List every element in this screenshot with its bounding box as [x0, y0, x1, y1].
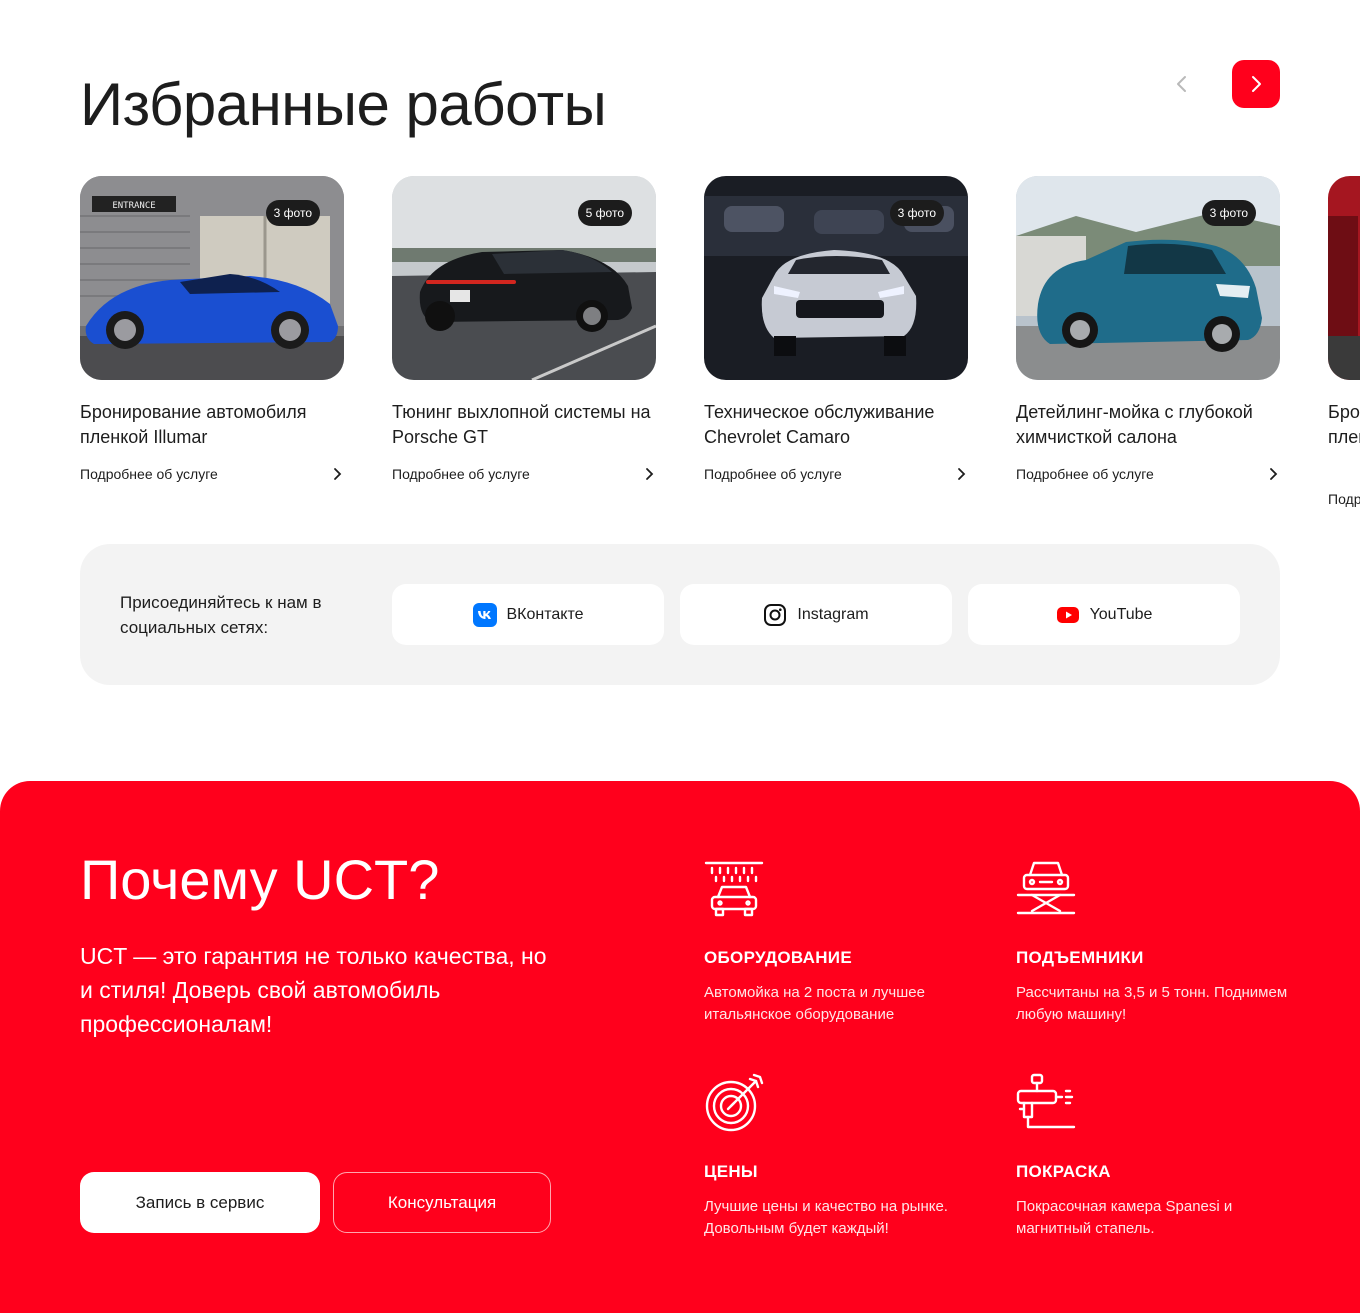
feature-lifts: ПОДЪЕМНИКИ Рассчитаны на 3,5 и 5 тонн. П…: [1016, 859, 1296, 1026]
service-details-label: Подробнее об услуге: [1016, 466, 1154, 482]
work-card[interactable]: Бронирование автомобиля пленкой и процес…: [1328, 176, 1360, 507]
youtube-icon: [1056, 606, 1079, 623]
feature-title: ПОКРАСКА: [1016, 1162, 1111, 1181]
service-details-label: Подробнее об услуге: [704, 466, 842, 482]
work-title: Бронирование автомобиля пленкой Illumar: [80, 402, 307, 447]
work-title: Детейлинг-мойка с глубокой химчисткой са…: [1016, 402, 1253, 447]
youtube-button[interactable]: YouTube: [968, 584, 1240, 645]
work-title: Техническое обслуживание Chevrolet Camar…: [704, 402, 935, 447]
photo-count-badge: 5 фото: [577, 200, 632, 226]
section-title: Избранные работы: [80, 71, 607, 138]
vk-label: ВКонтакте: [506, 605, 584, 623]
photo-count-badge: 3 фото: [1201, 200, 1256, 226]
feature-title: ОБОРУДОВАНИЕ: [704, 948, 852, 967]
work-title: Бронирование автомобиля пленкой и процес…: [1328, 402, 1360, 447]
photo-count-badge: 3 фото: [889, 200, 944, 226]
service-details-link[interactable]: Подробнее об услуге: [704, 466, 968, 482]
service-details-link[interactable]: Подробнее об услуге: [1016, 466, 1280, 482]
why-lead: UCT — это гарантия не только качества, н…: [80, 943, 547, 1037]
social-panel: Присоединяйтесь к нам в социальных сетях…: [80, 544, 1280, 685]
spray-gun-icon: [1016, 1073, 1076, 1129]
instagram-icon: [764, 603, 787, 626]
car-lift-icon: [1016, 861, 1076, 915]
service-details-link[interactable]: Подробнее об услуге: [80, 466, 344, 482]
chevron-right-icon: [646, 468, 654, 480]
carousel-next-button[interactable]: [1232, 60, 1280, 108]
works-carousel: ENTRANCE 3 фото Бронирование автомобиля …: [80, 176, 1360, 516]
service-booking-button[interactable]: Запись в сервис: [80, 1172, 320, 1233]
why-title: Почему UCT?: [80, 848, 440, 911]
service-details-label: Подробнее об услуге: [392, 466, 530, 482]
service-details-link[interactable]: Подробнее об услуге: [1328, 491, 1360, 507]
work-photo[interactable]: ENTRANCE 3 фото: [80, 176, 344, 380]
work-card[interactable]: ENTRANCE 3 фото Бронирование автомобиля …: [80, 176, 344, 482]
consultation-button[interactable]: Консультация: [333, 1172, 551, 1233]
social-text: Присоединяйтесь к нам в социальных сетях…: [120, 593, 322, 637]
feature-text: Автомойка на 2 поста и лучшее итальянско…: [704, 984, 925, 1023]
vk-icon: [472, 602, 497, 627]
work-title: Тюнинг выхлопной системы на Porsche GT: [392, 402, 651, 447]
feature-text: Рассчитаны на 3,5 и 5 тонн. Поднимем люб…: [1016, 984, 1288, 1023]
chevron-right-icon: [334, 468, 342, 480]
carousel-prev-button[interactable]: [1158, 60, 1206, 108]
work-card[interactable]: 5 фото Тюнинг выхлопной системы на Porsc…: [392, 176, 656, 482]
work-photo[interactable]: 5 фото: [392, 176, 656, 380]
feature-title: ЦЕНЫ: [704, 1162, 758, 1181]
photo-count-badge: 3 фото: [265, 200, 320, 226]
work-photo[interactable]: [1328, 176, 1360, 380]
instagram-label: Instagram: [797, 605, 869, 623]
feature-equipment: ОБОРУДОВАНИЕ Автомойка на 2 поста и лучш…: [704, 859, 984, 1026]
work-photo[interactable]: 3 фото: [704, 176, 968, 380]
vk-button[interactable]: ВКонтакте: [392, 584, 664, 645]
work-photo[interactable]: 3 фото: [1016, 176, 1280, 380]
chevron-right-icon: [1252, 76, 1261, 92]
feature-prices: ЦЕНЫ Лучшие цены и качество на рынке. До…: [704, 1073, 984, 1240]
feature-painting: ПОКРАСКА Покрасочная камера Spanesi и ма…: [1016, 1073, 1296, 1240]
car-wash-icon: [704, 861, 764, 917]
work-card[interactable]: 3 фото Детейлинг-мойка с глубокой химчис…: [1016, 176, 1280, 482]
work-card[interactable]: 3 фото Техническое обслуживание Chevrole…: [704, 176, 968, 482]
service-details-label: Подробнее об услуге: [1328, 491, 1360, 507]
entrance-sign: ENTRANCE: [112, 201, 155, 211]
service-details-link[interactable]: Подробнее об услуге: [392, 466, 656, 482]
feature-title: ПОДЪЕМНИКИ: [1016, 948, 1144, 967]
chevron-right-icon: [958, 468, 966, 480]
youtube-label: YouTube: [1089, 605, 1153, 623]
feature-text: Лучшие цены и качество на рынке. Довольн…: [704, 1198, 948, 1237]
chevron-right-icon: [1270, 468, 1278, 480]
target-icon: [705, 1073, 764, 1132]
chevron-left-icon: [1177, 76, 1186, 92]
service-details-label: Подробнее об услуге: [80, 466, 218, 482]
instagram-button[interactable]: Instagram: [680, 584, 952, 645]
feature-text: Покрасочная камера Spanesi и магнитный с…: [1016, 1198, 1233, 1237]
why-section: Почему UCT? UCT — это гарантия не только…: [0, 781, 1360, 1313]
